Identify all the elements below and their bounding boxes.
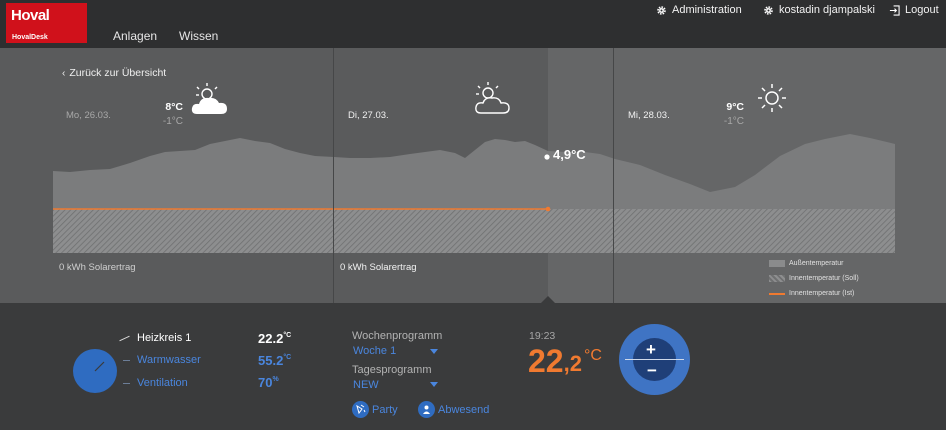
partly-cloudy-icon xyxy=(475,82,510,114)
temperature-integer: 22 xyxy=(528,343,564,379)
weather-panel: ‹ Zurück zur Übersicht Mo, 26.03. 8°C -1… xyxy=(0,48,946,303)
indoor-actual-marker xyxy=(545,206,551,212)
circuit-label: Heizkreis 1 xyxy=(137,332,192,344)
temperature-decimal: ,2 xyxy=(563,351,582,376)
indoor-setpoint-area xyxy=(53,209,895,253)
current-time: 19:23 xyxy=(529,330,556,342)
value-number: 22.2 xyxy=(258,331,284,346)
circuit-item-ventilation[interactable]: Ventilation xyxy=(123,377,188,389)
increase-temp-button[interactable]: + xyxy=(646,341,656,358)
away-button[interactable]: Abwesend xyxy=(418,401,489,418)
legend-swatch xyxy=(769,275,785,282)
circuit-item-warmwasser[interactable]: Warmwasser xyxy=(123,354,201,366)
hoval-logo[interactable]: Hoval HovalDesk xyxy=(6,3,87,43)
gear-icon xyxy=(764,5,773,15)
current-temp-marker xyxy=(544,154,550,160)
week-program-select[interactable]: Woche 1 xyxy=(353,345,396,357)
value-unit: % xyxy=(272,376,279,383)
day-program-value: NEW xyxy=(353,379,379,391)
legend-outdoor: Außentemperatur xyxy=(769,260,843,267)
person-icon xyxy=(418,401,435,418)
circuit-dash xyxy=(123,382,130,384)
legend-swatch xyxy=(769,260,785,267)
legend-swatch xyxy=(769,292,785,295)
value-unit: °C xyxy=(283,354,292,361)
value-number: 55.2 xyxy=(258,353,284,368)
back-to-overview-link[interactable]: ‹ Zurück zur Übersicht xyxy=(62,67,166,79)
circuit-value: 22.2°C xyxy=(258,331,291,346)
day-min-temp: -1°C xyxy=(162,116,183,127)
legend-label: Außentemperatur xyxy=(789,260,844,267)
day-program-label: Tagesprogramm xyxy=(352,364,432,376)
temperature-adjust-ring: + − xyxy=(619,324,690,395)
chevron-down-icon[interactable] xyxy=(430,349,438,354)
solar-yield: 0 kWh Solarertrag xyxy=(59,262,136,273)
week-program-value: Woche 1 xyxy=(353,345,397,357)
user-name: kostadin djampalski xyxy=(779,4,875,16)
circuit-dial[interactable] xyxy=(73,349,117,393)
administration-link[interactable]: Administration xyxy=(656,4,742,16)
chevron-down-icon[interactable] xyxy=(430,382,438,387)
decrease-temp-button[interactable]: − xyxy=(647,362,657,379)
day-min-temp: -1°C xyxy=(723,116,744,127)
circuit-item-heizkreis[interactable]: Heizkreis 1 xyxy=(119,332,191,344)
party-button[interactable]: Party xyxy=(352,401,398,418)
circuit-label: Warmwasser xyxy=(137,354,201,366)
day-program-select[interactable]: NEW xyxy=(353,379,379,391)
day-label: Di, 27.03. xyxy=(348,110,389,121)
current-outdoor-temp: 4,9°C xyxy=(553,147,586,162)
back-label: Zurück zur Übersicht xyxy=(69,67,167,79)
top-bar: Hoval HovalDesk Anlagen Wissen Administr… xyxy=(0,0,946,48)
logout-label: Logout xyxy=(905,4,939,16)
legend-setpoint: Innentemperatur (Soll) xyxy=(769,275,859,282)
legend-label: Innentemperatur (Ist) xyxy=(789,290,855,297)
nav-wissen[interactable]: Wissen xyxy=(179,29,218,43)
day-divider xyxy=(613,48,614,303)
dial-indicator-icon xyxy=(94,361,105,372)
legend-label: Innentemperatur (Soll) xyxy=(789,275,859,282)
week-program-label: Wochenprogramm xyxy=(352,330,443,342)
sun-icon xyxy=(758,84,786,112)
logo-brand: Hoval xyxy=(11,7,50,24)
logo-product: HovalDesk xyxy=(12,34,48,41)
day-label: Mo, 26.03. xyxy=(66,110,111,121)
current-time-pointer xyxy=(541,296,555,303)
party-icon xyxy=(352,401,369,418)
day-divider xyxy=(333,48,334,303)
circuit-value: 55.2°C xyxy=(258,353,291,368)
logout-link[interactable]: Logout xyxy=(889,4,939,16)
room-temperature: 22 ,2 °C xyxy=(528,343,602,380)
administration-label: Administration xyxy=(672,4,742,16)
chevron-left-icon: ‹ xyxy=(62,67,66,79)
gear-icon xyxy=(657,5,666,15)
circuit-value: 70% xyxy=(258,375,279,390)
user-menu[interactable]: kostadin djampalski xyxy=(763,4,875,16)
day-max-temp: 9°C xyxy=(726,101,744,113)
away-label: Abwesend xyxy=(438,403,490,416)
solar-yield: 0 kWh Solarertrag xyxy=(340,262,417,273)
outdoor-temperature-area xyxy=(53,134,895,209)
cloudy-sun-icon xyxy=(191,83,227,114)
party-label: Party xyxy=(372,403,398,416)
nav-anlagen[interactable]: Anlagen xyxy=(113,29,157,43)
legend-actual: Innentemperatur (Ist) xyxy=(769,290,854,297)
day-label: Mi, 28.03. xyxy=(628,110,670,121)
circuit-dash xyxy=(123,359,130,361)
logout-icon xyxy=(889,4,900,16)
selection-indicator xyxy=(119,335,130,341)
day-max-temp: 8°C xyxy=(165,101,183,113)
circuit-label: Ventilation xyxy=(137,377,188,389)
temperature-unit: °C xyxy=(583,347,602,364)
ring-divider xyxy=(625,359,684,360)
value-number: 70 xyxy=(258,375,273,390)
value-unit: °C xyxy=(283,332,292,339)
